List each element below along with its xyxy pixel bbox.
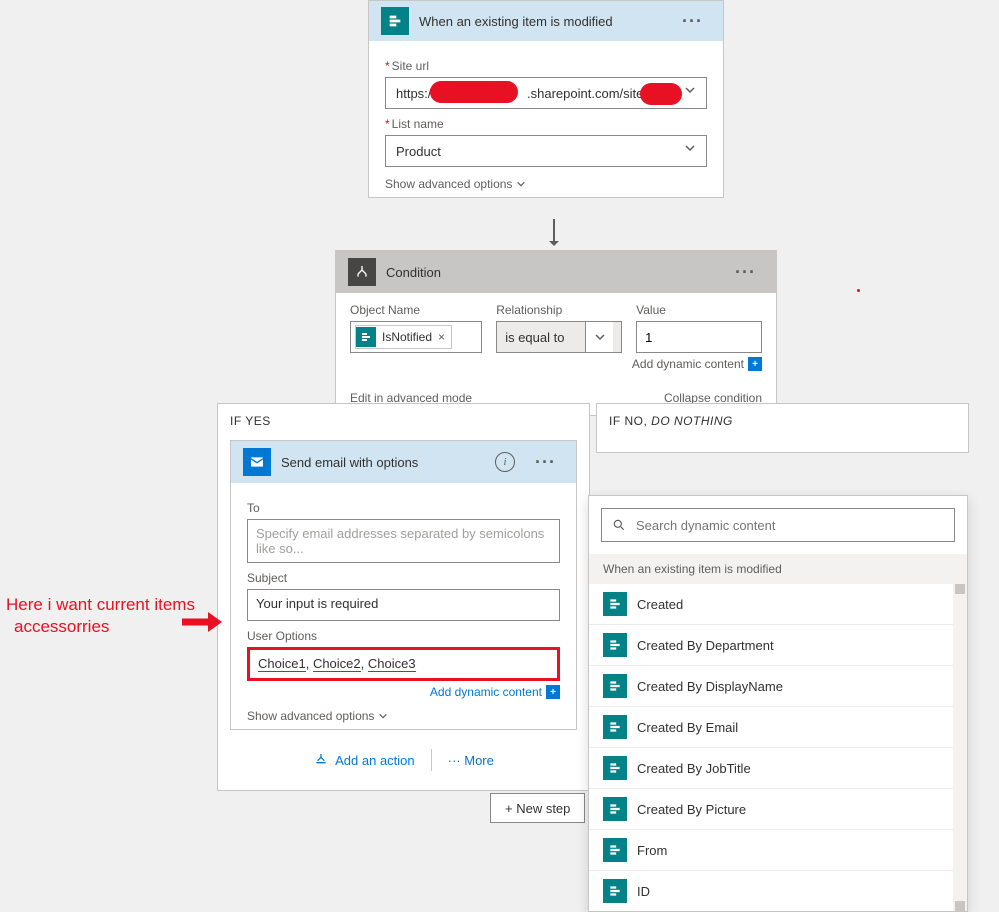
add-action-icon [313,752,329,768]
dynamic-item[interactable]: From [589,830,967,871]
trigger-card: When an existing item is modified ··· Si… [368,0,724,198]
value-input[interactable] [636,321,762,353]
condition-card: Condition ··· Object Name IsNotified × R… [335,250,777,416]
dynamic-content-pill[interactable]: IsNotified × [355,325,452,349]
trigger-title: When an existing item is modified [419,14,613,29]
relationship-label: Relationship [496,303,622,317]
show-advanced-options[interactable]: Show advanced options [385,177,707,191]
to-input[interactable]: Specify email addresses separated by sem… [247,519,560,563]
condition-title: Condition [386,265,441,280]
send-email-card: Send email with options i ··· To Specify… [230,440,577,730]
chevron-down-icon [378,711,388,721]
send-email-menu-icon[interactable]: ··· [527,448,564,477]
sharepoint-icon [603,674,627,698]
add-dynamic-content-link[interactable]: Add dynamic content [632,357,744,371]
trigger-header[interactable]: When an existing item is modified ··· [369,1,723,41]
value-label: Value [636,303,762,317]
trigger-menu-icon[interactable]: ··· [674,7,711,36]
dynamic-item[interactable]: Created [589,584,967,625]
flow-arrow-icon [544,219,564,249]
object-name-label: Object Name [350,303,482,317]
more-button[interactable]: ··· More [432,749,510,772]
dynamic-item[interactable]: Created By JobTitle [589,748,967,789]
remove-pill-icon[interactable]: × [438,330,445,344]
annotation-arrow-icon [180,610,224,634]
search-icon [612,518,626,532]
chevron-down-icon [585,322,613,352]
sharepoint-icon [603,838,627,862]
sharepoint-icon [603,633,627,657]
list-name-label: List name [385,117,707,131]
add-action-button[interactable]: Add an action [297,748,431,772]
sharepoint-icon [603,879,627,903]
outlook-icon [243,448,271,476]
if-no-branch: IF NO, DO NOTHING [596,403,969,453]
dynamic-content-list: Created Created By Department Created By… [589,584,967,911]
dynamic-item[interactable]: ID [589,871,967,911]
subject-label: Subject [247,571,560,585]
condition-header[interactable]: Condition ··· [336,251,776,293]
sharepoint-icon [603,797,627,821]
if-yes-label: IF YES [230,414,577,428]
dynamic-content-icon[interactable]: + [546,685,560,699]
redaction [640,83,682,105]
list-name-dropdown[interactable]: Product [385,135,707,167]
redaction [430,81,518,103]
object-name-input[interactable]: IsNotified × [350,321,482,353]
dynamic-content-panel: When an existing item is modified Create… [588,495,968,912]
chevron-down-icon [684,142,696,157]
sharepoint-icon [603,592,627,616]
subject-input[interactable]: Your input is required [247,589,560,621]
site-url-dropdown[interactable]: https:// .sharepoint.com/sites/ [385,77,707,109]
sharepoint-icon [381,7,409,35]
search-input[interactable] [634,517,944,534]
sharepoint-icon [356,327,376,347]
stray-dot [857,289,860,292]
dynamic-item[interactable]: Created By Picture [589,789,967,830]
send-email-header[interactable]: Send email with options i ··· [231,441,576,483]
condition-menu-icon[interactable]: ··· [727,258,764,287]
sharepoint-icon [603,756,627,780]
dynamic-item[interactable]: Created By Department [589,625,967,666]
if-no-label: IF NO, DO NOTHING [609,414,956,428]
info-icon[interactable]: i [495,452,515,472]
add-dynamic-content-link[interactable]: Add dynamic content [430,685,542,699]
dynamic-item[interactable]: Created By DisplayName [589,666,967,707]
user-options-label: User Options [247,629,560,643]
dynamic-item[interactable]: Created By Email [589,707,967,748]
dynamic-content-search[interactable] [601,508,955,542]
new-step-button[interactable]: + New step [490,793,585,823]
relationship-select[interactable]: is equal to [496,321,622,353]
dynamic-content-icon[interactable]: + [748,357,762,371]
chevron-down-icon [516,179,526,189]
user-options-input[interactable]: Choice1, Choice2, Choice3 [247,647,560,681]
to-label: To [247,501,560,515]
show-advanced-options[interactable]: Show advanced options [247,709,560,723]
site-url-label: Site url [385,59,707,73]
send-email-title: Send email with options [281,455,418,470]
scrollbar[interactable] [953,584,967,911]
annotation-text: Here i want current items accessorries [6,594,195,638]
sharepoint-icon [603,715,627,739]
if-yes-branch: IF YES Send email with options i ··· To … [217,403,590,791]
dynamic-section-header: When an existing item is modified [589,554,967,584]
chevron-down-icon [684,84,696,99]
condition-icon [348,258,376,286]
